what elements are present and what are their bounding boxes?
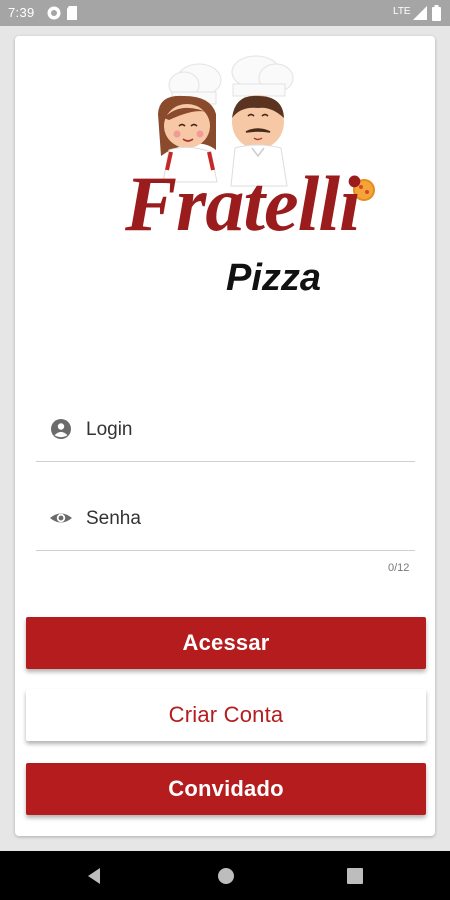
status-bar: 7:39 LTE — [0, 0, 450, 26]
login-card: Fratelli Pizza Login Senha 0/12 Acessar … — [15, 36, 435, 836]
visibility-eye-icon[interactable] — [49, 506, 73, 530]
login-field[interactable]: Login — [36, 392, 415, 462]
navigation-bar — [0, 851, 450, 900]
password-label: Senha — [86, 508, 141, 529]
account-circle-icon — [51, 419, 71, 439]
login-label: Login — [86, 419, 133, 440]
sim-card-icon — [67, 6, 77, 20]
signal-icon — [413, 6, 427, 20]
logo: Fratelli Pizza — [71, 52, 391, 312]
guest-button[interactable]: Convidado — [26, 763, 426, 815]
back-icon[interactable] — [86, 867, 102, 885]
brand-name: Fratelli — [125, 160, 361, 247]
status-time: 7:39 — [8, 5, 35, 20]
app-notification-icon — [47, 6, 61, 20]
create-account-button[interactable]: Criar Conta — [26, 689, 426, 741]
password-field[interactable]: Senha — [36, 481, 415, 551]
password-char-counter: 0/12 — [388, 562, 410, 574]
brand-subtitle: Pizza — [226, 257, 322, 299]
battery-icon — [432, 5, 441, 21]
network-type: LTE — [393, 6, 411, 17]
home-icon[interactable] — [217, 867, 235, 885]
recents-icon[interactable] — [347, 868, 363, 884]
access-button[interactable]: Acessar — [26, 617, 426, 669]
